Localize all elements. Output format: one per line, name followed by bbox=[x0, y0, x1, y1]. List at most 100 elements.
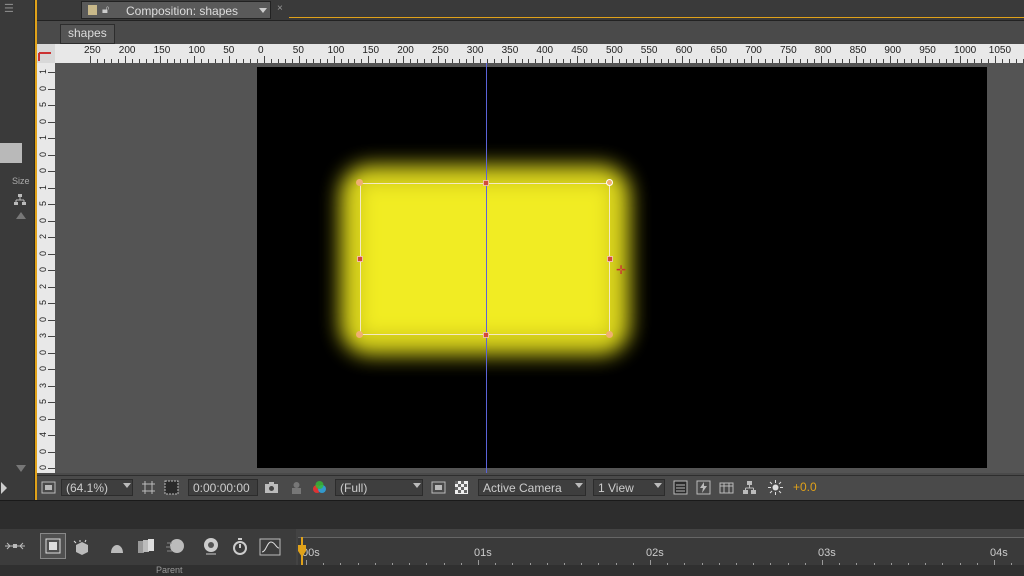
ruler-h-tick bbox=[751, 56, 753, 63]
timeline-switches-bar bbox=[0, 529, 296, 565]
transform-handle-bottom-right[interactable] bbox=[606, 331, 613, 338]
ruler-h-tick bbox=[90, 56, 91, 63]
transform-handle-top-right[interactable] bbox=[606, 179, 613, 186]
ruler-v-label: 0 bbox=[38, 448, 48, 454]
reset-exposure-icon[interactable] bbox=[768, 480, 783, 495]
composition-mini-flowchart-button[interactable] bbox=[40, 533, 66, 559]
camera-snapshot-icon[interactable] bbox=[264, 480, 279, 495]
brainstorm-icon[interactable] bbox=[201, 537, 221, 557]
composition-tab[interactable]: 🔓︎ Composition: shapes bbox=[81, 1, 271, 19]
frame-blending-icon[interactable] bbox=[136, 538, 156, 556]
ruler-v-label: 0 bbox=[38, 250, 48, 256]
composition-tab-title: Composition: shapes bbox=[126, 4, 239, 18]
vertical-guide-line[interactable] bbox=[486, 63, 487, 473]
transform-handle-top[interactable] bbox=[483, 180, 489, 186]
current-time-display[interactable]: 0:00:00:00 bbox=[188, 479, 258, 496]
draft-3d-icon[interactable] bbox=[72, 539, 92, 557]
transform-handle-bottom[interactable] bbox=[483, 332, 489, 338]
auto-keyframe-icon[interactable] bbox=[230, 537, 250, 557]
comp-flowchart-icon[interactable] bbox=[742, 480, 757, 495]
ruler-v-tick bbox=[48, 435, 55, 436]
vertical-ruler[interactable]: 1050100150200250300350400 bbox=[37, 63, 55, 473]
ruler-v-tick bbox=[48, 237, 55, 238]
graph-editor-icon[interactable] bbox=[259, 538, 281, 556]
ruler-v-label: 0 bbox=[38, 85, 48, 91]
close-icon[interactable]: × bbox=[277, 3, 283, 14]
scroll-down-icon[interactable] bbox=[16, 465, 26, 472]
ruler-v-tick bbox=[48, 451, 55, 453]
ruler-v-label: 0 bbox=[38, 415, 48, 421]
tab-dropdown-icon[interactable] bbox=[259, 8, 267, 13]
size-column-header[interactable]: Size bbox=[12, 176, 30, 186]
color-swatch[interactable] bbox=[0, 143, 22, 163]
ruler-v-label: 1 bbox=[38, 135, 48, 141]
project-panel-strip: ☰ Size bbox=[0, 0, 35, 500]
scroll-up-icon[interactable] bbox=[16, 212, 26, 219]
resolution-dropdown[interactable]: (Full) bbox=[335, 479, 423, 496]
camera-view-dropdown[interactable]: Active Camera bbox=[478, 479, 586, 496]
transform-handle-right[interactable] bbox=[607, 256, 613, 262]
panel-color-icon bbox=[88, 5, 97, 15]
view-layout-dropdown-icon[interactable] bbox=[654, 483, 662, 488]
ruler-v-label: 5 bbox=[38, 102, 48, 108]
ruler-h-label: 400 bbox=[536, 45, 554, 56]
fast-previews-icon[interactable] bbox=[696, 480, 711, 495]
toggle-pixel-aspect-icon[interactable] bbox=[673, 480, 688, 495]
transparency-grid-icon[interactable] bbox=[454, 480, 469, 495]
ruler-v-tick bbox=[48, 121, 55, 123]
ruler-h-tick bbox=[542, 56, 544, 63]
transform-handle-bottom-left[interactable] bbox=[356, 331, 363, 338]
ruler-h-label: 600 bbox=[675, 45, 693, 56]
ruler-v-tick bbox=[48, 204, 55, 205]
timeline-icon[interactable] bbox=[719, 480, 734, 495]
horizontal-ruler[interactable]: 250 200 150 100 50 0 50 100 150 200 250 300 350 400 45… bbox=[55, 44, 1024, 63]
roving-keyframes-icon[interactable] bbox=[4, 539, 26, 554]
ruler-h-tick bbox=[577, 56, 579, 63]
camera-view-dropdown-icon[interactable] bbox=[575, 483, 583, 488]
ruler-h-tick bbox=[681, 56, 683, 63]
transform-handle-top-left[interactable] bbox=[356, 179, 363, 186]
hide-shy-layers-icon[interactable] bbox=[107, 539, 127, 557]
show-snapshot-icon[interactable] bbox=[289, 480, 304, 495]
panel-menu-icon[interactable]: ☰ bbox=[4, 2, 14, 15]
ruler-v-label: 0 bbox=[38, 168, 48, 174]
expand-arrow-icon[interactable] bbox=[0, 481, 9, 495]
active-panel-highlight bbox=[289, 17, 1024, 18]
color-channels-icon[interactable] bbox=[312, 480, 327, 495]
lock-icon[interactable]: 🔓︎ bbox=[102, 4, 109, 17]
ruler-h-label: 150 bbox=[153, 45, 171, 56]
ruler-v-tick bbox=[48, 352, 55, 354]
motion-blur-icon[interactable] bbox=[165, 537, 185, 557]
layer-bounding-box[interactable] bbox=[360, 183, 610, 335]
ruler-h-label: 1000 bbox=[954, 45, 977, 56]
comp-navigator-button[interactable]: shapes bbox=[60, 24, 115, 44]
ruler-h-tick bbox=[194, 56, 196, 63]
ruler-h-label: 800 bbox=[814, 45, 832, 56]
always-preview-icon[interactable] bbox=[41, 480, 56, 495]
parent-column-header[interactable]: Parent bbox=[156, 565, 183, 575]
timecode-value: 0:00:00:00 bbox=[193, 481, 250, 495]
ruler-v-tick bbox=[48, 468, 55, 469]
ruler-h-tick bbox=[229, 56, 231, 63]
resolution-dropdown-icon[interactable] bbox=[413, 483, 421, 488]
view-layout-value: 1 View bbox=[598, 481, 634, 495]
exposure-value[interactable]: +0.0 bbox=[793, 480, 817, 494]
ruler-origin[interactable] bbox=[37, 44, 55, 63]
ruler-h-label: 900 bbox=[884, 45, 902, 56]
ruler-h-label: 350 bbox=[501, 45, 519, 56]
region-of-interest-icon[interactable] bbox=[431, 480, 446, 495]
mask-visibility-icon[interactable] bbox=[164, 480, 179, 495]
flowchart-icon[interactable] bbox=[14, 194, 26, 206]
panel-divider[interactable] bbox=[0, 500, 1024, 529]
ruler-h-tick bbox=[890, 56, 892, 63]
ruler-v-label: 0 bbox=[38, 217, 48, 223]
ruler-v-label: 4 bbox=[38, 432, 48, 438]
ruler-v-tick bbox=[48, 253, 55, 255]
composition-tab-bar: 🔓︎ Composition: shapes × bbox=[37, 0, 1024, 21]
transform-handle-left[interactable] bbox=[357, 256, 363, 262]
magnification-dropdown-icon[interactable] bbox=[123, 483, 131, 488]
time-ruler[interactable]: 00s 01s 02s 03s 04s bbox=[298, 537, 1024, 566]
anchor-point-icon[interactable]: ✛ bbox=[616, 263, 626, 277]
ruler-v-label: 3 bbox=[38, 333, 48, 339]
grid-guide-icon[interactable] bbox=[141, 480, 156, 495]
